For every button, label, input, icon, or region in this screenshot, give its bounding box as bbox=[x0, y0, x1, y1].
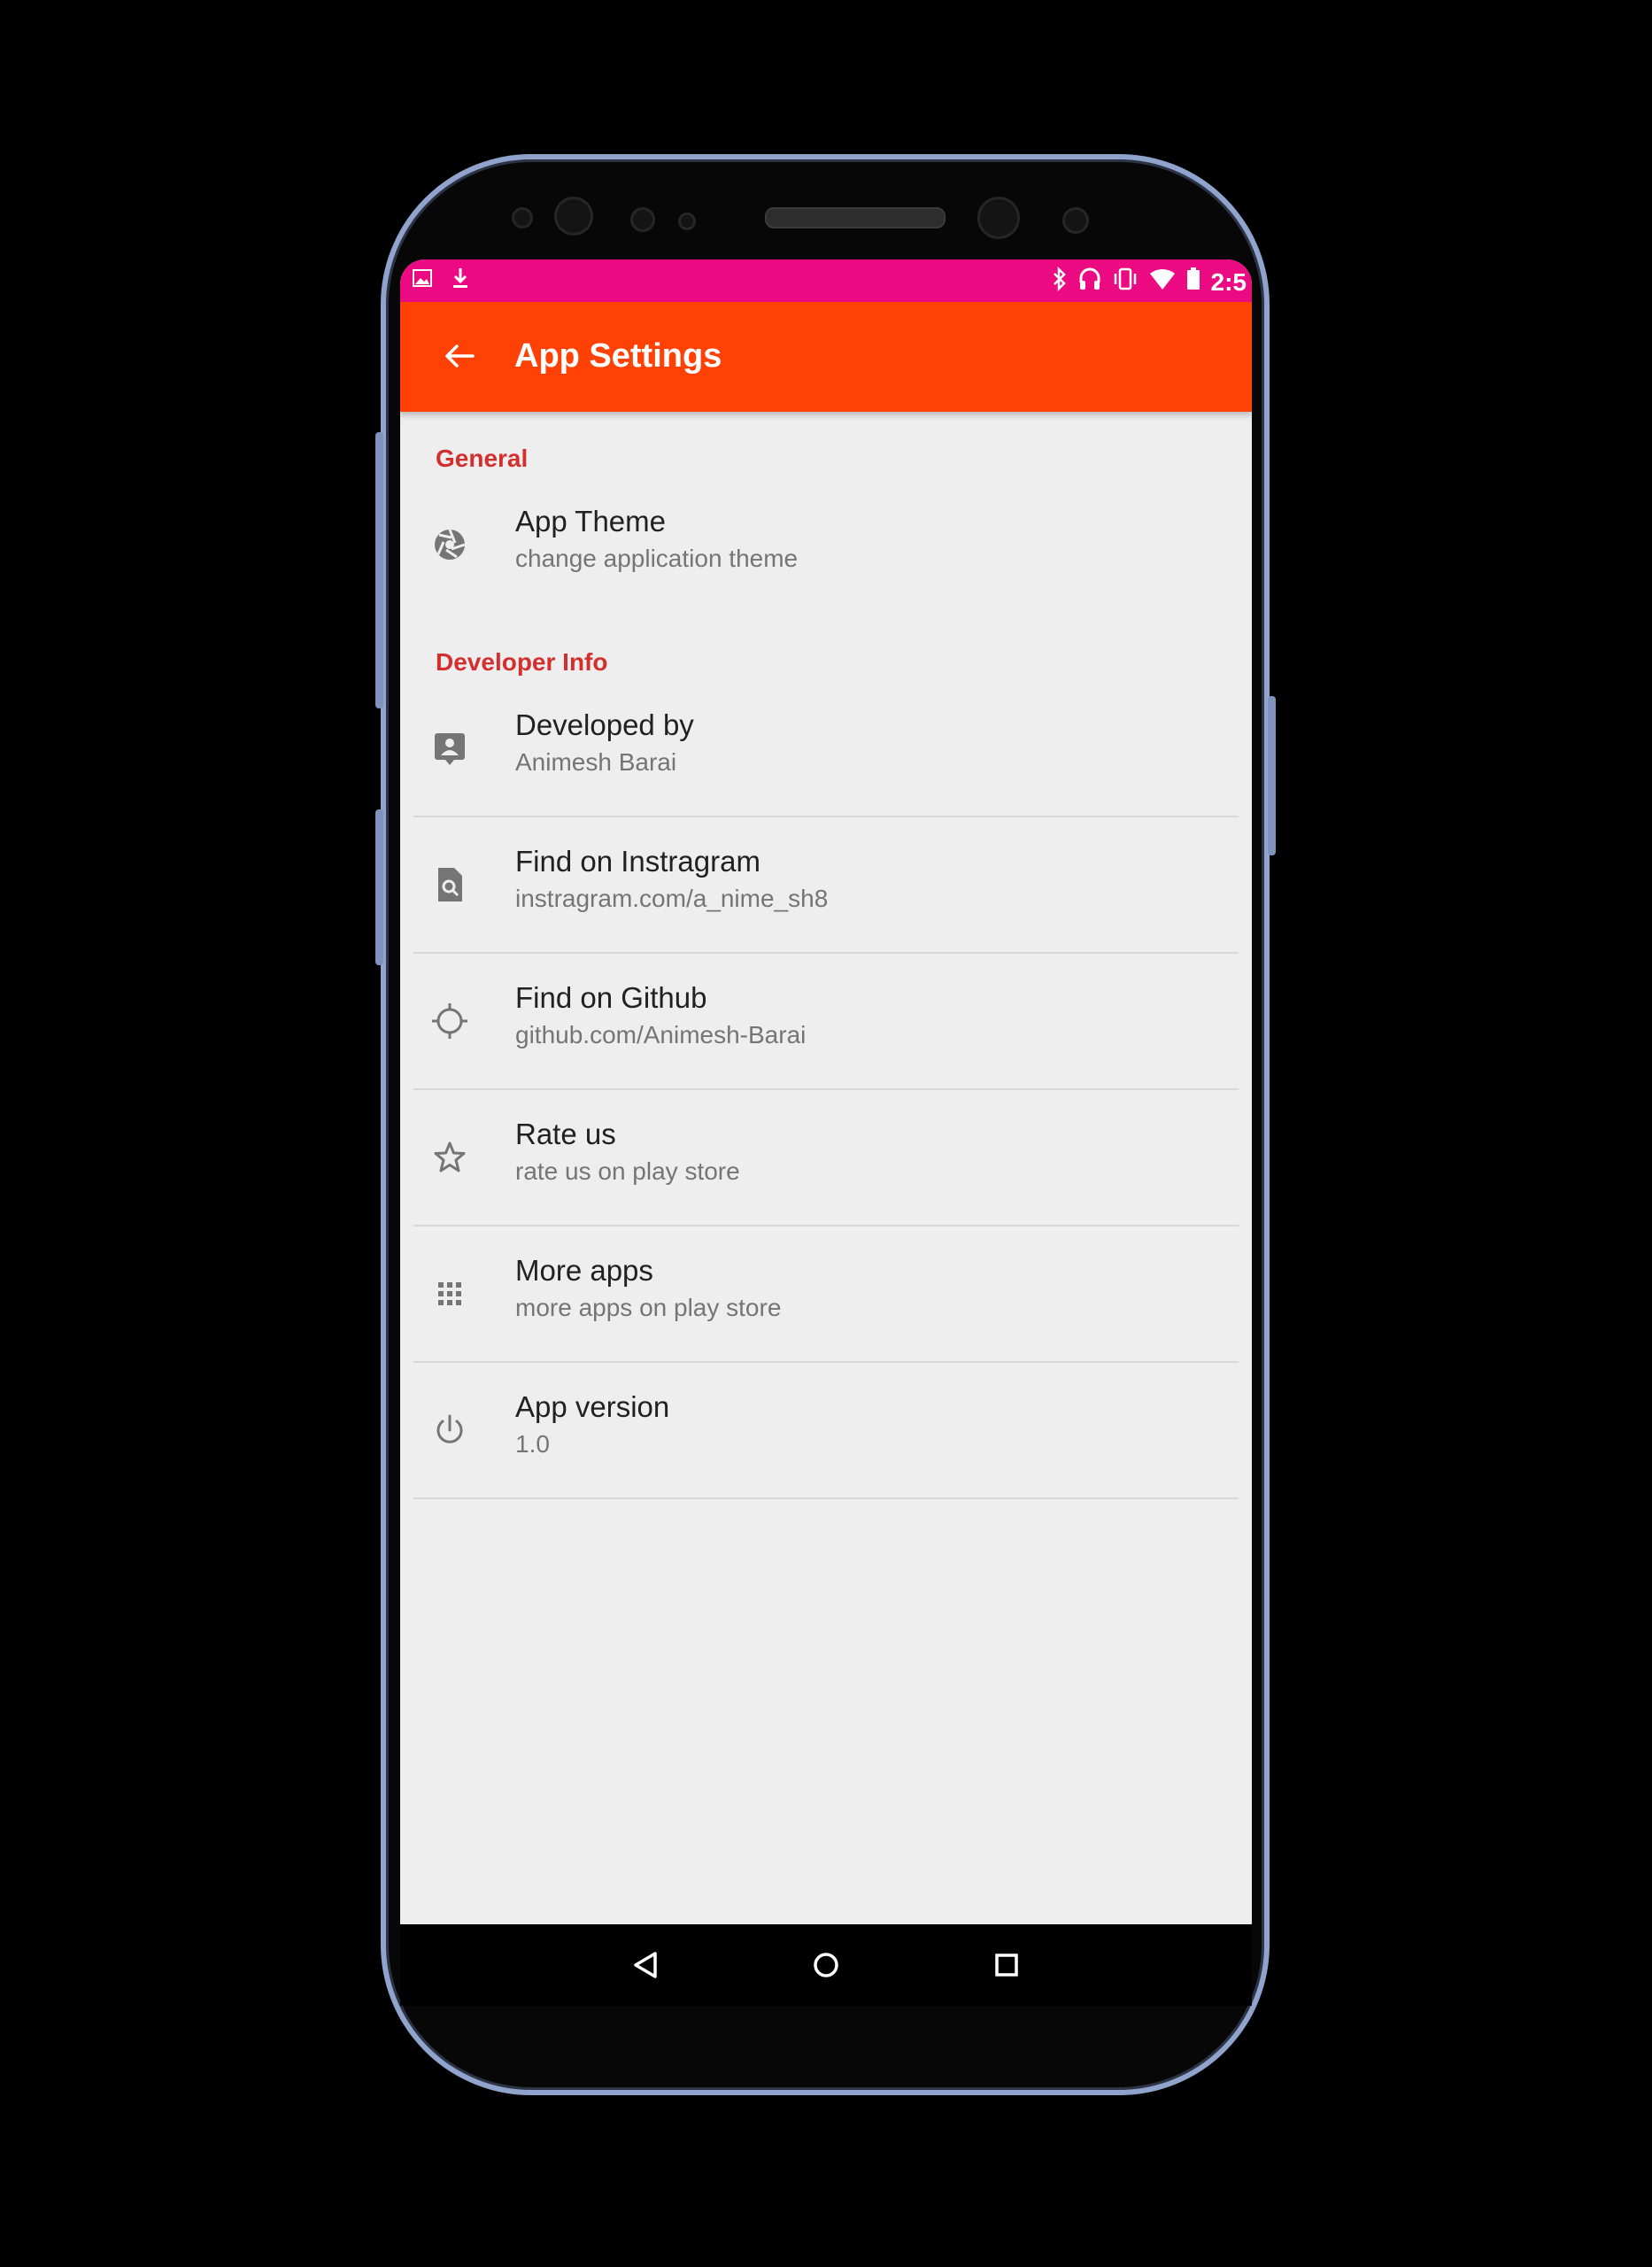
iris-camera bbox=[1062, 207, 1089, 234]
back-arrow-icon[interactable] bbox=[437, 334, 482, 378]
app-screen: 2:5 App Settings General App Theme chang… bbox=[400, 259, 1252, 1924]
status-bar: 2:5 bbox=[400, 259, 1252, 302]
iris-sensor bbox=[630, 207, 655, 232]
download-icon bbox=[450, 267, 471, 296]
recents-icon[interactable] bbox=[980, 1938, 1033, 1992]
front-camera bbox=[977, 197, 1020, 239]
setting-title: Find on Github bbox=[515, 981, 707, 1014]
setting-title: App version bbox=[515, 1390, 670, 1423]
setting-item-app-theme[interactable]: App Theme change application theme bbox=[400, 476, 1252, 613]
star-icon bbox=[430, 1138, 469, 1177]
setting-subtitle: 1.0 bbox=[515, 1430, 550, 1458]
setting-title: Find on Instragram bbox=[515, 845, 760, 878]
setting-title: Developed by bbox=[515, 708, 694, 741]
setting-subtitle: more apps on play store bbox=[515, 1294, 782, 1321]
sensor bbox=[512, 207, 533, 228]
contact-icon bbox=[430, 729, 469, 768]
vibrate-icon bbox=[1112, 267, 1139, 298]
setting-item-developed-by[interactable]: Developed by Animesh Barai bbox=[400, 680, 1252, 816]
setting-item-rate-us[interactable]: Rate us rate us on play store bbox=[400, 1089, 1252, 1226]
setting-title: App Theme bbox=[515, 505, 666, 538]
setting-subtitle: change application theme bbox=[515, 545, 799, 572]
gps-target-icon bbox=[430, 1002, 469, 1041]
battery-icon bbox=[1186, 267, 1200, 298]
earpiece bbox=[765, 207, 946, 228]
back-icon[interactable] bbox=[619, 1938, 672, 1992]
page-title: App Settings bbox=[514, 337, 722, 375]
home-icon[interactable] bbox=[799, 1938, 853, 1992]
setting-title: More apps bbox=[515, 1254, 653, 1287]
power-button bbox=[1268, 696, 1276, 855]
light-sensor bbox=[678, 213, 696, 230]
find-in-page-icon bbox=[430, 865, 469, 904]
status-time: 2:5 bbox=[1210, 267, 1247, 296]
navigation-bar bbox=[400, 1924, 1252, 2006]
setting-subtitle: rate us on play store bbox=[515, 1157, 740, 1185]
bluetooth-icon bbox=[1052, 266, 1068, 298]
bixby-button bbox=[375, 809, 383, 965]
app-toolbar: App Settings bbox=[400, 302, 1252, 412]
setting-item-more-apps[interactable]: More apps more apps on play store bbox=[400, 1226, 1252, 1362]
setting-item-instagram[interactable]: Find on Instragram instragram.com/a_nime… bbox=[400, 816, 1252, 953]
proximity-sensor bbox=[554, 197, 593, 236]
volume-button bbox=[375, 432, 383, 708]
section-header-developer-info: Developer Info bbox=[436, 648, 608, 676]
setting-title: Rate us bbox=[515, 1118, 616, 1150]
apps-grid-icon bbox=[430, 1274, 469, 1313]
wifi-icon bbox=[1149, 267, 1176, 297]
power-icon bbox=[430, 1411, 469, 1450]
setting-subtitle: github.com/Animesh-Barai bbox=[515, 1021, 807, 1048]
divider bbox=[413, 1497, 1239, 1499]
setting-item-github[interactable]: Find on Github github.com/Animesh-Barai bbox=[400, 953, 1252, 1089]
image-icon bbox=[413, 267, 432, 296]
aperture-icon bbox=[430, 525, 469, 564]
setting-subtitle: instragram.com/a_nime_sh8 bbox=[515, 885, 829, 912]
headset-icon bbox=[1078, 267, 1101, 298]
setting-subtitle: Animesh Barai bbox=[515, 748, 677, 776]
setting-item-app-version[interactable]: App version 1.0 bbox=[400, 1362, 1252, 1498]
section-header-general: General bbox=[436, 445, 529, 472]
